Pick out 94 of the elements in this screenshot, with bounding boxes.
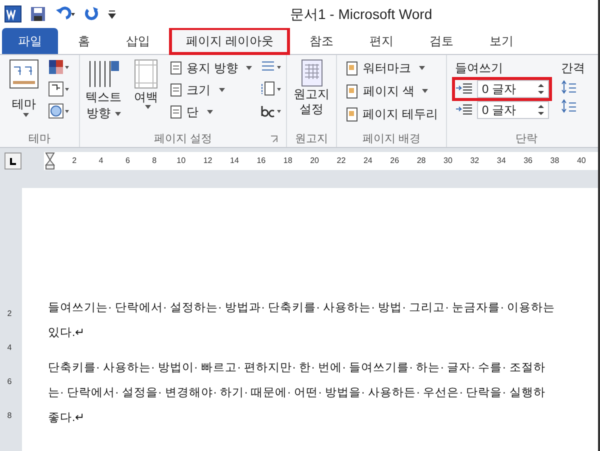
theme-colors-icon[interactable]	[48, 59, 70, 75]
page-icon	[168, 83, 183, 97]
dialog-launcher-icon[interactable]	[270, 135, 278, 143]
text-direction-icon	[86, 59, 121, 89]
ribbon-tab[interactable]: 참조	[293, 28, 350, 54]
dropdown-caret-icon	[419, 66, 425, 70]
ribbon-tab[interactable]: 삽입	[110, 28, 166, 54]
spacing-before-icon	[561, 80, 577, 96]
theme-button[interactable]: 테마	[4, 59, 44, 119]
ruler-number: 18	[282, 155, 294, 167]
ruler-number: 30	[442, 155, 454, 167]
ruler-number: 8	[151, 155, 158, 167]
save-icon[interactable]	[30, 6, 46, 22]
text-line: 있다.↵	[48, 326, 86, 341]
group-label: 원고지	[295, 132, 328, 147]
ruler-number: 26	[389, 155, 400, 167]
ruler-number: 34	[496, 155, 507, 167]
margins-icon	[134, 59, 158, 89]
text-line: 는· 단락에서· 설정을· 변경해야· 하기· 때문에· 어떤· 방법을· 사용하든· 우선은· 단락을· 실행하	[48, 386, 546, 401]
ruler-number: 2	[71, 155, 78, 167]
dropdown-caret-icon	[206, 110, 213, 114]
ruler-number: 38	[549, 155, 560, 167]
tab-stop-icon[interactable]	[4, 152, 24, 170]
ribbon-tab[interactable]: 홈	[62, 28, 106, 54]
columns-button[interactable]: 단	[168, 103, 252, 121]
dropdown-caret-icon	[23, 113, 29, 117]
page-icon	[168, 105, 183, 119]
ruler-number: 22	[336, 155, 347, 167]
ruler-number: 24	[362, 155, 374, 167]
theme-icon	[9, 59, 39, 89]
ruler-number: 6	[7, 376, 12, 388]
ruler-number: 28	[416, 155, 427, 167]
ruler-number: 8	[7, 410, 12, 422]
manuscript-settings-button[interactable]: 원고지 설정	[287, 59, 336, 117]
theme-fonts-icon[interactable]	[48, 81, 70, 97]
dropdown-caret-icon	[218, 88, 225, 92]
group-label: 테마	[28, 132, 50, 147]
document-icon	[345, 106, 359, 122]
group-label: 페이지 설정	[154, 132, 212, 147]
document-icon	[345, 84, 359, 98]
dropdown-caret-icon	[114, 112, 121, 116]
indent-value: 0 글자	[482, 81, 516, 98]
spacing-label: 간격	[561, 60, 585, 77]
text-line: 단축키를· 사용하는· 방법이· 빠르고· 편하지만· 한· 번에· 들여쓰기를· 하는· 글자· 수를· 조절하	[48, 361, 546, 376]
ruler-number: 36	[522, 155, 534, 167]
page-borders-button[interactable]: 페이지 테두리	[345, 105, 438, 123]
ruler-number: 14	[229, 155, 240, 167]
redo-icon[interactable]	[84, 6, 100, 22]
spacing-after-icon	[561, 99, 577, 115]
spin-arrows-icon	[538, 83, 544, 95]
text-direction-button[interactable]: 텍스트 방향	[84, 59, 124, 121]
ruler-number: 4	[98, 155, 104, 167]
dropdown-caret-icon	[246, 66, 252, 70]
spin-arrows-icon	[538, 104, 544, 116]
group-label: 단락	[516, 132, 538, 147]
ribbon-tab[interactable]: 보기	[473, 28, 530, 54]
ruler-number: 6	[124, 155, 131, 167]
customize-toolbar-icon[interactable]	[108, 8, 116, 20]
line-numbers-icon[interactable]	[260, 81, 282, 97]
ruler-number: 20	[309, 155, 320, 167]
word-logo-icon	[4, 5, 22, 23]
ribbon-tab[interactable]: 페이지 레이아웃	[170, 28, 290, 54]
indent-marker-icon[interactable]	[45, 152, 55, 170]
group-label: 페이지 배경	[362, 132, 421, 147]
page-icon	[168, 61, 183, 75]
indent-icon	[455, 103, 473, 117]
document-icon	[345, 60, 359, 76]
theme-effects-icon[interactable]	[48, 103, 70, 119]
ribbon-tab[interactable]: 파일	[2, 28, 58, 54]
ribbon-tab[interactable]: 편지	[353, 28, 410, 54]
undo-icon[interactable]	[54, 6, 76, 22]
text-line: 좋다.↵	[48, 411, 86, 426]
watermark-button[interactable]: 워터마크	[345, 59, 438, 77]
ruler-number: 10	[176, 155, 187, 167]
ruler-number: 2	[7, 308, 12, 320]
indent-icon	[455, 82, 473, 96]
page-color-button[interactable]: 페이지 색	[345, 82, 438, 100]
dropdown-caret-icon	[422, 89, 428, 93]
dropdown-caret-icon	[144, 105, 151, 109]
size-button[interactable]: 크기	[168, 81, 252, 99]
ruler-number: 4	[7, 342, 12, 354]
text-line: 들여쓰기는· 단락에서· 설정하는· 방법과· 단축키를· 사용하는· 방법· 그리고· 눈금자를· 이용하는	[48, 301, 556, 316]
ribbon-tab[interactable]: 검토	[413, 28, 470, 54]
window-title: 문서1 - Microsoft Word	[290, 4, 432, 24]
manuscript-grid-icon	[300, 59, 322, 87]
orientation-button[interactable]: 용지 방향	[168, 59, 252, 77]
indent-label: 들여쓰기	[455, 60, 504, 77]
ruler-number: 40	[576, 155, 587, 167]
ruler-number: 16	[256, 155, 267, 167]
ruler-number: 12	[202, 155, 214, 167]
indent-value: 0 글자	[482, 102, 516, 119]
ruler-number: 32	[469, 155, 480, 167]
hyphenation-icon[interactable]	[260, 103, 282, 119]
margins-button[interactable]: 여백	[131, 59, 161, 121]
